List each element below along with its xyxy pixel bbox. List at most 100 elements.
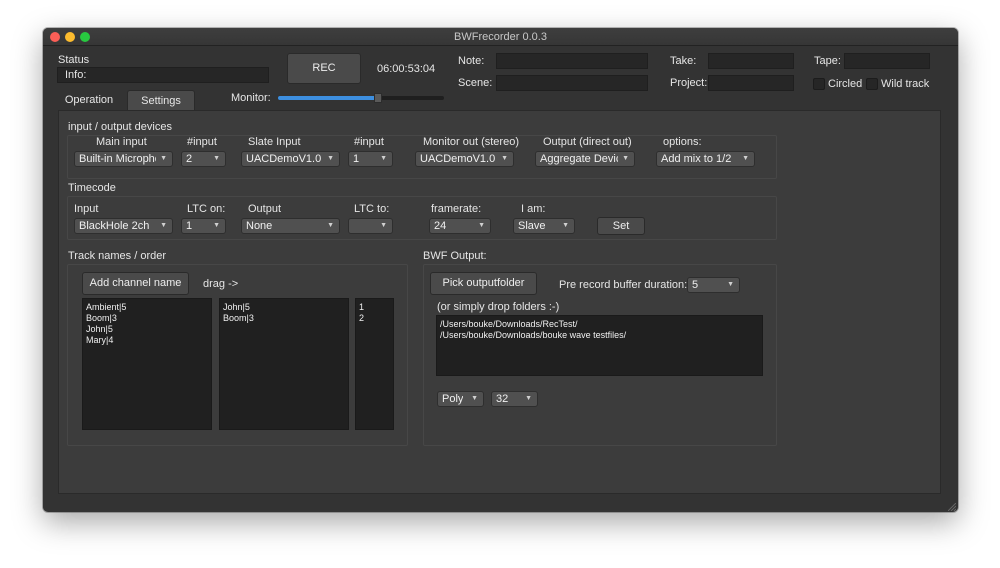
main-input-value: Built-in Micropho xyxy=(79,153,156,165)
list-item[interactable]: Ambient|5 xyxy=(86,302,208,313)
folder-path[interactable]: /Users/bouke/Downloads/bouke wave testfi… xyxy=(440,330,759,341)
list-item[interactable]: Boom|3 xyxy=(223,313,345,324)
list-item[interactable]: John|5 xyxy=(86,324,208,335)
output-folder-list[interactable]: /Users/bouke/Downloads/RecTest/ /Users/b… xyxy=(436,315,763,376)
chevron-down-icon: ▼ xyxy=(478,222,485,229)
project-label: Project: xyxy=(670,77,708,89)
file-format-value: Poly xyxy=(442,393,464,405)
tab-operation[interactable]: Operation xyxy=(59,90,119,110)
scene-input[interactable] xyxy=(496,75,648,91)
slate-num-select[interactable]: 1 ▼ xyxy=(348,151,393,167)
chevron-down-icon: ▼ xyxy=(160,155,167,162)
resize-grip-icon[interactable] xyxy=(947,502,957,512)
wild-track-label: Wild track xyxy=(881,78,930,90)
bit-depth-value: 32 xyxy=(496,393,509,405)
options-select[interactable]: Add mix to 1/2 ▼ xyxy=(656,151,755,167)
take-input[interactable] xyxy=(708,53,794,69)
chevron-down-icon: ▼ xyxy=(727,281,734,288)
chevron-down-icon: ▼ xyxy=(380,155,387,162)
take-label: Take: xyxy=(670,55,697,67)
i-am-select[interactable]: Slave ▼ xyxy=(513,218,575,234)
circled-label: Circled xyxy=(828,78,863,90)
info-label: Info: xyxy=(65,69,87,81)
file-format-select[interactable]: Poly ▼ xyxy=(437,391,484,407)
bit-depth-select[interactable]: 32 ▼ xyxy=(491,391,538,407)
chevron-down-icon: ▼ xyxy=(327,155,334,162)
list-item: 2 xyxy=(359,313,365,323)
slate-input-label: Slate Input xyxy=(248,136,301,148)
monitor-slider[interactable] xyxy=(278,93,444,103)
tc-input-value: BlackHole 2ch xyxy=(79,220,150,232)
i-am-label: I am: xyxy=(521,203,546,215)
track-index-list: 1 2 xyxy=(355,298,394,430)
tc-input-label: Input xyxy=(74,203,99,215)
timecode-display: 06:00:53:04 xyxy=(377,63,436,75)
list-item[interactable]: Mary|4 xyxy=(86,335,208,346)
bwf-section-title: BWF Output: xyxy=(423,250,487,262)
options-label: options: xyxy=(663,136,702,148)
output-direct-label: Output (direct out) xyxy=(543,136,632,148)
drop-hint-label: (or simply drop folders :-) xyxy=(437,301,560,313)
tc-input-select[interactable]: BlackHole 2ch ▼ xyxy=(74,218,173,234)
framerate-label: framerate: xyxy=(431,203,482,215)
tc-output-select[interactable]: None ▼ xyxy=(241,218,340,234)
note-label: Note: xyxy=(458,55,485,67)
framerate-select[interactable]: 24 ▼ xyxy=(429,218,491,234)
tab-settings[interactable]: Settings xyxy=(127,90,195,110)
chevron-down-icon: ▼ xyxy=(327,222,334,229)
drag-label: drag -> xyxy=(203,278,239,290)
ltc-to-select[interactable]: ▼ xyxy=(348,218,393,234)
slate-num-value: 1 xyxy=(353,153,360,165)
rec-button[interactable]: REC xyxy=(287,53,361,84)
scene-label: Scene: xyxy=(458,77,493,89)
ltc-on-select[interactable]: 1 ▼ xyxy=(181,218,226,234)
ltc-on-label: LTC on: xyxy=(187,203,226,215)
monitor-out-label: Monitor out (stereo) xyxy=(423,136,519,148)
folder-path[interactable]: /Users/bouke/Downloads/RecTest/ xyxy=(440,319,759,330)
chevron-down-icon: ▼ xyxy=(471,395,478,402)
slate-input-select[interactable]: UACDemoV1.0 ▼ xyxy=(241,151,340,167)
main-input-num-select[interactable]: 2 ▼ xyxy=(181,151,226,167)
ltc-to-label: LTC to: xyxy=(354,203,390,215)
note-input[interactable] xyxy=(496,53,648,69)
pick-outputfolder-button[interactable]: Pick outputfolder xyxy=(430,272,537,295)
monitor-slider-fill xyxy=(278,96,378,100)
output-direct-value: Aggregate Device xyxy=(540,153,618,165)
output-direct-select[interactable]: Aggregate Device ▼ xyxy=(535,151,635,167)
list-item: 1 xyxy=(359,302,365,312)
monitor-out-value: UACDemoV1.0 xyxy=(420,153,496,165)
slate-num-label: #input xyxy=(354,136,384,148)
chevron-down-icon: ▼ xyxy=(622,155,629,162)
add-channel-button[interactable]: Add channel name xyxy=(82,272,189,295)
app-window: BWFrecorder 0.0.3 Status Info: REC 06:00… xyxy=(43,28,958,512)
wild-track-checkbox[interactable] xyxy=(866,78,878,90)
project-input[interactable] xyxy=(708,75,794,91)
status-label: Status xyxy=(58,54,90,66)
chevron-down-icon: ▼ xyxy=(380,222,387,229)
source-track-list[interactable]: Ambient|5 Boom|3 John|5 Mary|4 xyxy=(82,298,212,430)
tracks-section-title: Track names / order xyxy=(68,250,167,262)
circled-checkbox[interactable] xyxy=(813,78,825,90)
chevron-down-icon: ▼ xyxy=(501,155,508,162)
tc-output-value: None xyxy=(246,220,273,232)
pre-record-select[interactable]: 5 ▼ xyxy=(687,277,740,293)
framerate-value: 24 xyxy=(434,220,447,232)
i-am-value: Slave xyxy=(518,220,546,232)
tape-input[interactable] xyxy=(844,53,930,69)
order-track-list[interactable]: John|5 Boom|3 xyxy=(219,298,349,430)
main-input-select[interactable]: Built-in Micropho ▼ xyxy=(74,151,173,167)
list-item[interactable]: Boom|3 xyxy=(86,313,208,324)
monitor-label: Monitor: xyxy=(231,92,271,104)
title-bar: BWFrecorder 0.0.3 xyxy=(43,28,958,46)
chevron-down-icon: ▼ xyxy=(525,395,532,402)
timecode-section-title: Timecode xyxy=(68,182,116,194)
main-input-num-label: #input xyxy=(187,136,217,148)
chevron-down-icon: ▼ xyxy=(562,222,569,229)
monitor-out-select[interactable]: UACDemoV1.0 ▼ xyxy=(415,151,514,167)
list-item[interactable]: John|5 xyxy=(223,302,345,313)
pre-record-value: 5 xyxy=(692,279,699,291)
set-button[interactable]: Set xyxy=(597,217,645,235)
timecode-group xyxy=(67,196,777,240)
monitor-slider-handle[interactable] xyxy=(374,93,382,103)
pre-record-label: Pre record buffer duration: xyxy=(559,279,688,291)
